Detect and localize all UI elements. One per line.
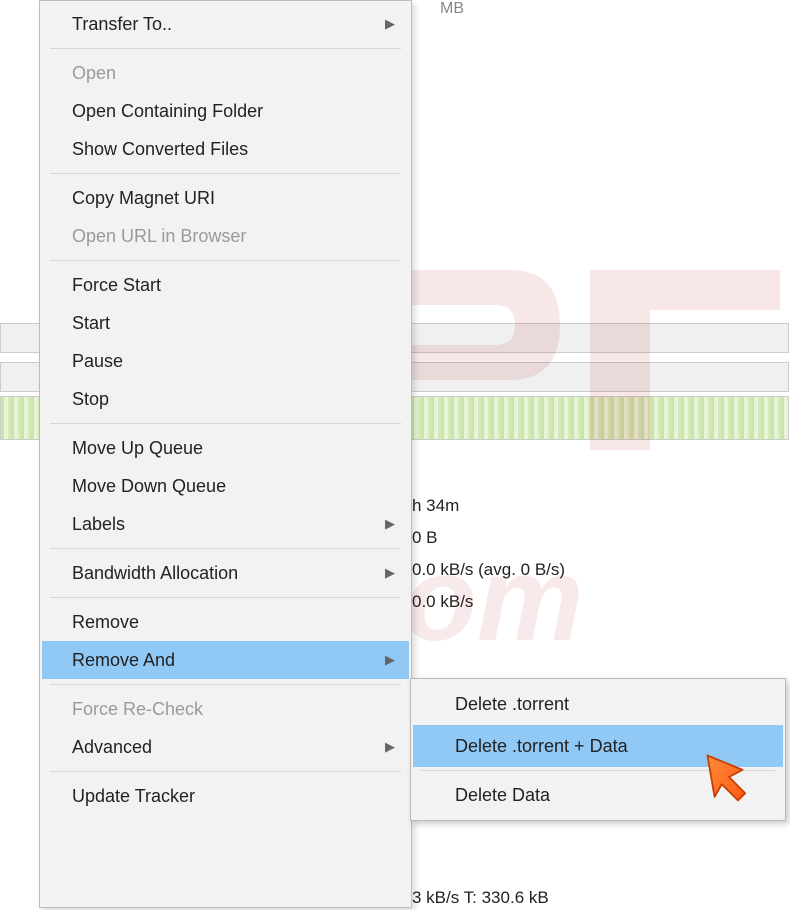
menu-item-label: Copy Magnet URI	[72, 188, 215, 208]
menu-separator	[50, 260, 401, 261]
menu-item-label: Transfer To..	[72, 14, 172, 34]
bg-bottom-text: 3 kB/s T: 330.6 kB	[412, 888, 549, 908]
menu-pause[interactable]: Pause	[42, 342, 409, 380]
menu-item-label: Open Containing Folder	[72, 101, 263, 121]
menu-transfer-to[interactable]: Transfer To.. ▶	[42, 5, 409, 43]
menu-item-label: Labels	[72, 514, 125, 534]
chevron-right-icon: ▶	[385, 512, 395, 536]
menu-separator	[50, 48, 401, 49]
menu-advanced[interactable]: Advanced ▶	[42, 728, 409, 766]
bg-info-line: 0.0 kB/s	[412, 586, 565, 618]
menu-open-containing-folder[interactable]: Open Containing Folder	[42, 92, 409, 130]
chevron-right-icon: ▶	[385, 735, 395, 759]
bg-info-block: h 34m 0 B 0.0 kB/s (avg. 0 B/s) 0.0 kB/s	[412, 490, 565, 618]
menu-item-label: Move Up Queue	[72, 438, 203, 458]
menu-copy-magnet-uri[interactable]: Copy Magnet URI	[42, 179, 409, 217]
menu-item-label: Update Tracker	[72, 786, 195, 806]
menu-labels[interactable]: Labels ▶	[42, 505, 409, 543]
submenu-item-label: Delete Data	[455, 785, 550, 805]
submenu-delete-torrent[interactable]: Delete .torrent	[413, 683, 783, 725]
chevron-right-icon: ▶	[385, 561, 395, 585]
menu-separator	[50, 684, 401, 685]
annotation-arrow-icon	[702, 750, 756, 804]
menu-item-label: Pause	[72, 351, 123, 371]
menu-open-url-browser: Open URL in Browser	[42, 217, 409, 255]
menu-update-tracker[interactable]: Update Tracker	[42, 777, 409, 815]
menu-item-label: Open URL in Browser	[72, 226, 246, 246]
menu-item-label: Bandwidth Allocation	[72, 563, 238, 583]
menu-separator	[50, 173, 401, 174]
menu-separator	[50, 771, 401, 772]
submenu-item-label: Delete .torrent + Data	[455, 736, 628, 756]
bg-info-line: h 34m	[412, 490, 565, 522]
menu-start[interactable]: Start	[42, 304, 409, 342]
menu-separator	[50, 597, 401, 598]
bg-info-line: 0 B	[412, 522, 565, 554]
menu-move-down-queue[interactable]: Move Down Queue	[42, 467, 409, 505]
menu-open: Open	[42, 54, 409, 92]
menu-force-start[interactable]: Force Start	[42, 266, 409, 304]
menu-item-label: Start	[72, 313, 110, 333]
menu-show-converted-files[interactable]: Show Converted Files	[42, 130, 409, 168]
menu-move-up-queue[interactable]: Move Up Queue	[42, 429, 409, 467]
menu-force-recheck: Force Re-Check	[42, 690, 409, 728]
menu-item-label: Open	[72, 63, 116, 83]
menu-stop[interactable]: Stop	[42, 380, 409, 418]
submenu-item-label: Delete .torrent	[455, 694, 569, 714]
menu-item-label: Remove And	[72, 650, 175, 670]
menu-item-label: Advanced	[72, 737, 152, 757]
chevron-right-icon: ▶	[385, 648, 395, 672]
chevron-right-icon: ▶	[385, 12, 395, 36]
menu-separator	[50, 423, 401, 424]
bg-info-line: 0.0 kB/s (avg. 0 B/s)	[412, 554, 565, 586]
menu-item-label: Move Down Queue	[72, 476, 226, 496]
menu-item-label: Remove	[72, 612, 139, 632]
menu-remove[interactable]: Remove	[42, 603, 409, 641]
menu-item-label: Show Converted Files	[72, 139, 248, 159]
menu-separator	[50, 548, 401, 549]
context-menu: Transfer To.. ▶ Open Open Containing Fol…	[39, 0, 412, 908]
menu-bandwidth-allocation[interactable]: Bandwidth Allocation ▶	[42, 554, 409, 592]
menu-item-label: Stop	[72, 389, 109, 409]
menu-remove-and[interactable]: Remove And ▶	[42, 641, 409, 679]
menu-item-label: Force Re-Check	[72, 699, 203, 719]
menu-item-label: Force Start	[72, 275, 161, 295]
